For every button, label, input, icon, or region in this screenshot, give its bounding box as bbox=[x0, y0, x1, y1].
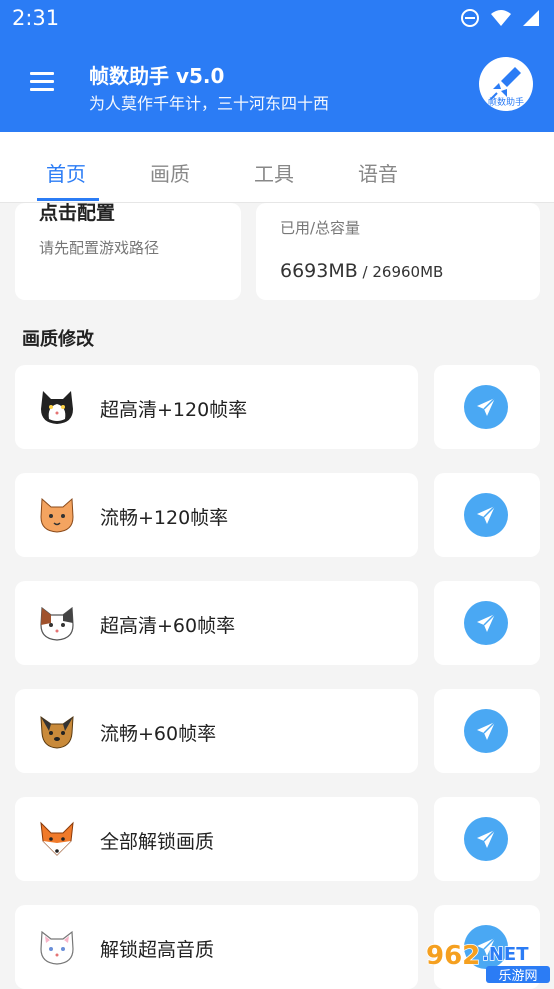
send-icon bbox=[477, 397, 496, 416]
config-title: 点击配置 bbox=[39, 203, 116, 224]
svg-text:.NET: .NET bbox=[482, 944, 529, 965]
white-cat-icon bbox=[40, 930, 74, 965]
tab-home[interactable]: 首页 bbox=[46, 158, 86, 187]
list-item[interactable]: 解锁超高音质 bbox=[15, 905, 418, 989]
list-item[interactable]: 流畅+120帧率 bbox=[15, 473, 418, 557]
signal-icon bbox=[522, 9, 540, 31]
item-label: 超高清+60帧率 bbox=[100, 615, 236, 637]
item-label: 全部解锁画质 bbox=[100, 831, 215, 853]
storage-label: 已用/总容量 bbox=[280, 219, 361, 237]
orange-cat-icon bbox=[40, 497, 74, 533]
yorkie-dog-icon bbox=[40, 715, 74, 749]
section-title: 画质修改 bbox=[22, 329, 94, 350]
tab-indicator bbox=[37, 198, 99, 201]
tab-quality[interactable]: 画质 bbox=[150, 158, 190, 187]
tuxedo-cat-icon bbox=[41, 391, 73, 424]
send-icon bbox=[477, 829, 496, 848]
item-label: 解锁超高音质 bbox=[100, 939, 215, 961]
send-circle bbox=[464, 709, 508, 753]
send-circle bbox=[464, 817, 508, 861]
storage-total: / 26960MB bbox=[357, 263, 444, 281]
wifi-icon bbox=[490, 9, 512, 31]
status-time: 2:31 bbox=[12, 6, 60, 30]
item-label: 流畅+120帧率 bbox=[100, 507, 229, 529]
site-watermark: 962 .NET 乐游网 bbox=[420, 936, 554, 985]
item-label: 超高清+120帧率 bbox=[100, 399, 248, 421]
status-bar: 2:31 bbox=[0, 0, 554, 38]
calico-cat-icon bbox=[40, 606, 74, 641]
storage-card: 已用/总容量 6693MB / 26960MB bbox=[256, 203, 540, 300]
item-label: 流畅+60帧率 bbox=[100, 723, 217, 745]
app-logo[interactable]: 帧数助手 bbox=[479, 57, 533, 111]
apply-button[interactable] bbox=[434, 473, 540, 557]
config-subtitle: 请先配置游戏路径 bbox=[39, 239, 160, 257]
list-item[interactable]: 全部解锁画质 bbox=[15, 797, 418, 881]
tab-bar: 首页 画质 工具 语音 bbox=[0, 132, 554, 203]
send-icon bbox=[477, 613, 496, 632]
send-circle bbox=[464, 493, 508, 537]
storage-value: 6693MB / 26960MB bbox=[280, 260, 443, 282]
apply-button[interactable] bbox=[434, 581, 540, 665]
fox-icon bbox=[40, 821, 74, 856]
apply-button[interactable] bbox=[434, 689, 540, 773]
apply-button[interactable] bbox=[434, 797, 540, 881]
status-icons bbox=[460, 8, 540, 32]
config-card[interactable]: 点击配置 请先配置游戏路径 bbox=[15, 203, 241, 300]
apply-button[interactable] bbox=[434, 365, 540, 449]
tab-voice[interactable]: 语音 bbox=[358, 158, 398, 187]
send-icon bbox=[477, 721, 496, 740]
storage-used: 6693MB bbox=[280, 260, 358, 282]
watermark-logo: 962 .NET 乐游网 bbox=[425, 940, 550, 984]
app-title: 帧数助手 v5.0 bbox=[89, 64, 225, 88]
logo-text: 帧数助手 bbox=[487, 98, 524, 108]
list-item[interactable]: 超高清+120帧率 bbox=[15, 365, 418, 449]
svg-text:962: 962 bbox=[426, 941, 480, 971]
tab-tools[interactable]: 工具 bbox=[254, 158, 294, 187]
do-not-disturb-icon bbox=[460, 8, 480, 32]
send-circle bbox=[464, 385, 508, 429]
menu-button[interactable] bbox=[30, 72, 54, 92]
list-item[interactable]: 流畅+60帧率 bbox=[15, 689, 418, 773]
svg-text:乐游网: 乐游网 bbox=[498, 969, 537, 984]
app-bar: 帧数助手 v5.0 为人莫作千年计，三十河东四十西 帧数助手 bbox=[0, 38, 554, 132]
app-subtitle: 为人莫作千年计，三十河东四十西 bbox=[89, 94, 330, 113]
send-icon bbox=[477, 505, 496, 524]
list-item[interactable]: 超高清+60帧率 bbox=[15, 581, 418, 665]
send-circle bbox=[464, 601, 508, 645]
